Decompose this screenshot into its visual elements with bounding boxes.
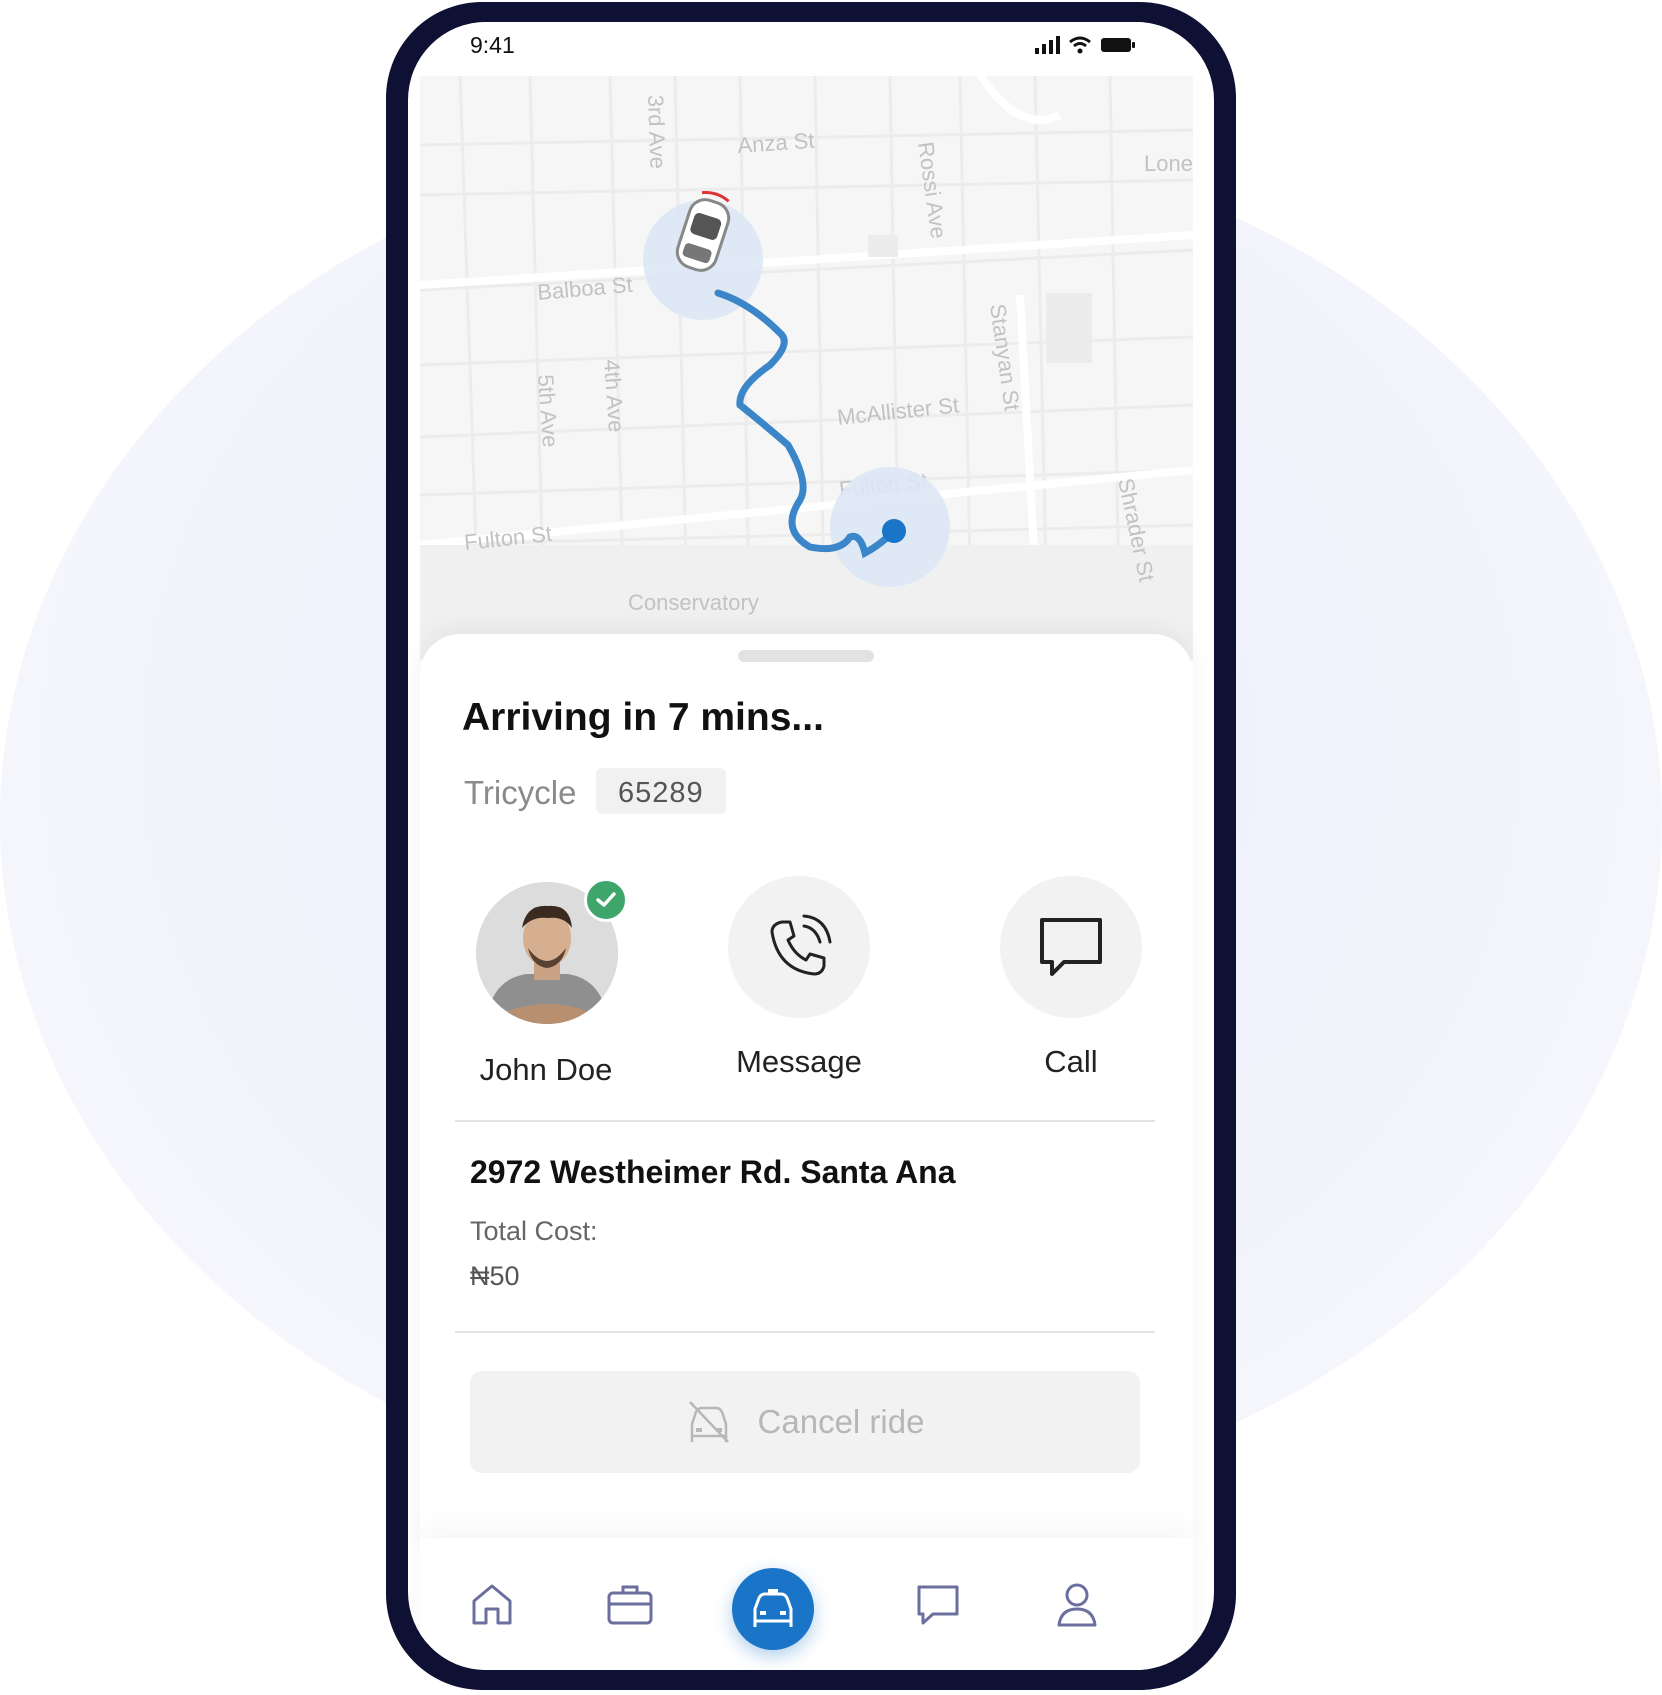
map-label: 3rd Ave (643, 94, 671, 169)
phone-call-icon (770, 914, 832, 976)
user-icon (1057, 1583, 1097, 1627)
map-label: Lone (1144, 151, 1193, 176)
tab-profile[interactable] (1051, 1578, 1103, 1630)
vehicle-type: Tricycle (464, 774, 577, 811)
map-label: Rossi Ave (913, 140, 951, 240)
battery-icon (1101, 38, 1135, 52)
map-label: Anza St (737, 128, 816, 158)
sheet-drag-handle[interactable] (738, 650, 874, 662)
map-label: 5th Ave (533, 374, 563, 449)
arrival-status: Arriving in 7 mins... (462, 696, 824, 739)
status-time: 9:41 (470, 32, 515, 58)
map-label: McAllister St (836, 392, 960, 430)
destination-address: 2972 Westheimer Rd. Santa Ana (470, 1154, 956, 1190)
call-label: Call (1044, 1044, 1098, 1079)
home-icon (472, 1584, 512, 1625)
bottom-tab-bar (420, 1538, 1193, 1670)
phone-frame: 9:41 Anza St 3rd Ave Rossi Ave Lone Balb… (386, 2, 1236, 1690)
message-label: Message (736, 1044, 862, 1079)
phone-screen: 9:41 Anza St 3rd Ave Rossi Ave Lone Balb… (408, 22, 1214, 1670)
total-cost-value: ₦50 (470, 1261, 520, 1291)
briefcase-icon (607, 1585, 653, 1625)
tab-ride[interactable] (732, 1568, 814, 1650)
cancel-ride-button[interactable]: Cancel ride (470, 1371, 1140, 1473)
call-button[interactable] (1000, 876, 1142, 1018)
signal-icon (1035, 36, 1060, 54)
map-canvas: Anza St 3rd Ave Rossi Ave Lone Balboa St… (420, 75, 1193, 660)
plate-number-badge: 65289 (596, 768, 726, 814)
map-label: Conservatory (628, 590, 759, 615)
verified-badge (584, 878, 628, 922)
cancel-ride-label: Cancel ride (757, 1403, 925, 1440)
car-icon (753, 1589, 793, 1627)
driver-name: John Doe (479, 1052, 613, 1087)
map-view[interactable]: Anza St 3rd Ave Rossi Ave Lone Balboa St… (420, 75, 1193, 660)
total-cost-label: Total Cost: (470, 1216, 598, 1246)
status-bar: 9:41 (408, 22, 1214, 76)
status-icons (1034, 36, 1136, 54)
destination-pin (882, 519, 906, 543)
ride-details-sheet: Arriving in 7 mins... Tricycle 65289 Joh… (420, 634, 1193, 1544)
chat-icon (917, 1585, 959, 1625)
divider (455, 1331, 1155, 1333)
message-button[interactable] (728, 876, 870, 1018)
tab-home[interactable] (466, 1578, 518, 1630)
map-label: 4th Ave (599, 359, 629, 434)
tab-trips[interactable] (604, 1578, 656, 1630)
divider (455, 1120, 1155, 1122)
chat-bubble-icon (1040, 918, 1102, 976)
wifi-icon (1069, 36, 1091, 54)
tab-messages[interactable] (912, 1578, 964, 1630)
car-cancel-icon (688, 1401, 729, 1443)
check-icon (596, 892, 616, 907)
